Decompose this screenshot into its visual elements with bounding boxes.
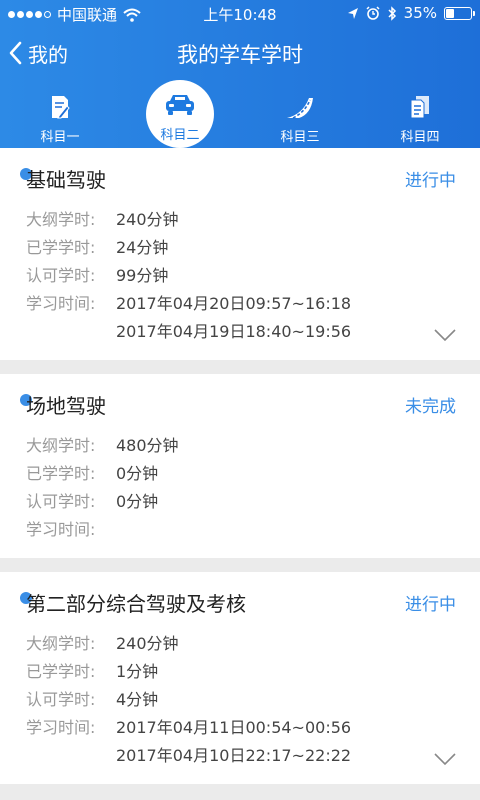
bluetooth-icon: [388, 5, 396, 21]
page-title: 我的学车学时: [177, 43, 303, 67]
outline-label: 大纲学时:: [26, 210, 96, 229]
learned-label: 已学学时:: [26, 238, 96, 257]
learned-value: 0分钟: [116, 464, 159, 483]
subject-tabs: 科目一 科目二 科目三 科目四: [0, 80, 480, 148]
approved-label: 认可学时:: [26, 266, 96, 285]
document-pen-icon: [52, 96, 70, 119]
approved-label: 认可学时:: [26, 492, 96, 511]
course-status[interactable]: 进行中: [405, 166, 456, 191]
tab-label: 科目四: [400, 130, 440, 145]
study-time-list: 2017年04月20日09:57~16:18 2017年04月19日18:40~…: [116, 290, 351, 346]
tab-label: 科目二: [160, 128, 200, 143]
course-card: 场地驾驶 未完成 大纲学时: 480分钟 已学学时: 0分钟 认可学时: 0分钟 学习…: [0, 374, 480, 558]
study-time-list: 2017年04月11日00:54~00:56 2017年04月10日22:17~…: [116, 714, 351, 770]
study-time-entry: 2017年04月19日18:40~19:56: [116, 322, 352, 341]
study-time-entry: 2017年04月20日09:57~16:18: [116, 294, 352, 313]
documents-icon: [410, 96, 429, 119]
course-list: 基础驾驶 进行中 大纲学时: 240分钟 已学学时: 24分钟 认可学时: 99分钟 …: [0, 148, 480, 798]
study-time-label: 学习时间:: [26, 520, 96, 539]
road-icon: [287, 98, 313, 119]
tab-label: 科目三: [280, 130, 320, 145]
status-bar: 中国联通 上午10:48 35%: [0, 0, 480, 26]
outline-value: 240分钟: [116, 634, 179, 653]
back-label: 我的: [28, 42, 68, 67]
outline-value: 240分钟: [116, 210, 179, 229]
tab-subject-4[interactable]: 科目四: [360, 80, 480, 148]
study-time-entry: 2017年04月10日22:17~22:22: [116, 746, 352, 765]
course-card: 基础驾驶 进行中 大纲学时: 240分钟 已学学时: 24分钟 认可学时: 99分钟 …: [0, 148, 480, 360]
approved-label: 认可学时:: [26, 690, 96, 709]
learned-label: 已学学时:: [26, 662, 96, 681]
header: 中国联通 上午10:48 35% 我的 我的学车学时 科目一 科目二 科目三 科…: [0, 0, 480, 148]
course-title: 基础驾驶: [26, 168, 106, 192]
tab-label: 科目一: [40, 130, 80, 145]
course-title: 场地驾驶: [26, 394, 106, 418]
approved-value: 99分钟: [116, 266, 169, 285]
battery-icon: [444, 6, 475, 20]
outline-value: 480分钟: [116, 436, 179, 455]
course-status[interactable]: 进行中: [405, 590, 456, 615]
approved-value: 4分钟: [116, 690, 159, 709]
learned-label: 已学学时:: [26, 464, 96, 483]
study-time-entry: 2017年04月11日00:54~00:56: [116, 718, 352, 737]
chevron-left-icon: [9, 41, 22, 65]
approved-value: 0分钟: [116, 492, 159, 511]
study-time-label: 学习时间:: [26, 294, 96, 313]
battery-percent: 35%: [403, 4, 437, 22]
course-card: 第二部分综合驾驶及考核 进行中 大纲学时: 240分钟 已学学时: 1分钟 认可学时…: [0, 572, 480, 784]
outline-label: 大纲学时:: [26, 436, 96, 455]
chevron-down-icon[interactable]: [434, 752, 456, 766]
nav-bar: 我的 我的学车学时: [0, 26, 480, 80]
car-icon: [166, 95, 194, 115]
outline-label: 大纲学时:: [26, 634, 96, 653]
learned-value: 1分钟: [116, 662, 159, 681]
course-status[interactable]: 未完成: [405, 392, 456, 417]
tab-subject-3[interactable]: 科目三: [240, 80, 360, 148]
study-time-label: 学习时间:: [26, 718, 96, 737]
course-title: 第二部分综合驾驶及考核: [26, 592, 246, 616]
location-icon: [347, 7, 358, 19]
learned-value: 24分钟: [116, 238, 169, 257]
alarm-icon: [366, 6, 380, 20]
tab-subject-2[interactable]: 科目二: [120, 80, 240, 148]
tab-subject-1[interactable]: 科目一: [0, 80, 120, 148]
back-button[interactable]: 我的: [8, 36, 68, 70]
chevron-down-icon[interactable]: [434, 328, 456, 342]
